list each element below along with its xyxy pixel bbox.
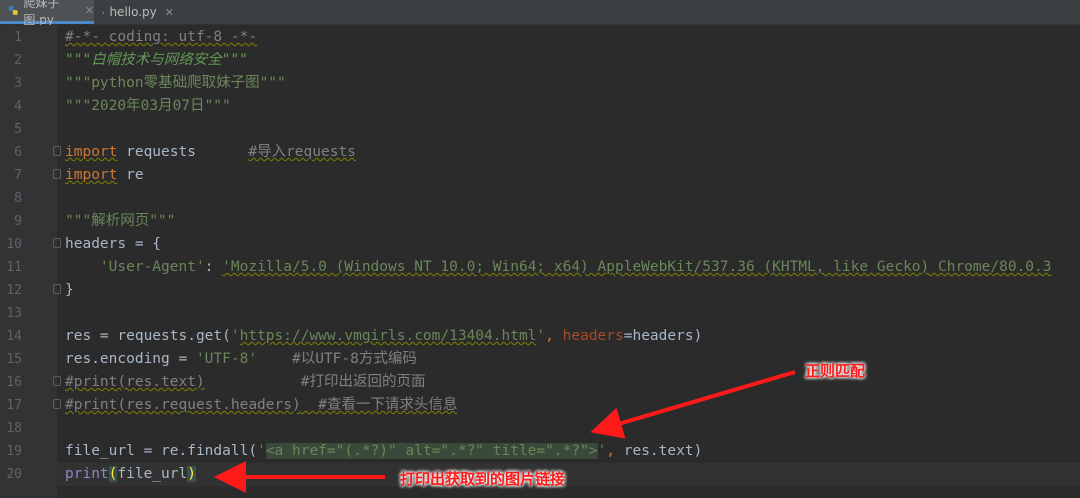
regex-match-annotation: 正则匹配 xyxy=(805,362,866,380)
print-links-annotation: 打印出获取到的图片链接 xyxy=(400,470,566,488)
annotation-arrows xyxy=(214,370,796,493)
regex-arrow xyxy=(590,370,796,439)
